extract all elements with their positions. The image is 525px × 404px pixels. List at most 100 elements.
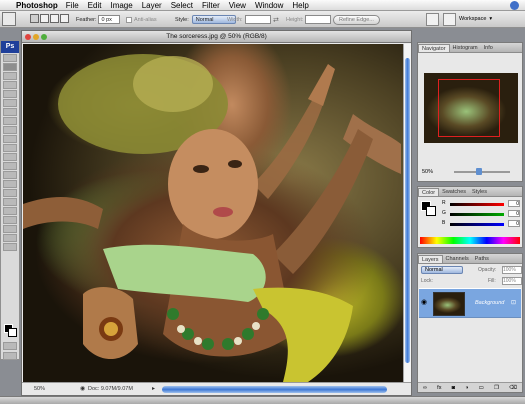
type-tool-icon[interactable] [3, 189, 17, 197]
menu-window[interactable]: Window [255, 1, 283, 10]
history-brush-tool-icon[interactable] [3, 135, 17, 143]
color-b-slider[interactable] [450, 223, 504, 226]
navigator-zoom[interactable]: 50% [422, 169, 433, 175]
color-g-slider[interactable] [450, 213, 504, 216]
workspace-menu[interactable]: Workspace ▾ [459, 13, 519, 25]
color-r-slider[interactable] [450, 203, 504, 206]
tab-swatches[interactable]: Swatches [439, 188, 469, 196]
trash-icon[interactable]: ⌫ [509, 385, 517, 391]
clone-stamp-tool-icon[interactable] [3, 126, 17, 134]
shape-tool-icon[interactable] [3, 207, 17, 215]
eraser-tool-icon[interactable] [3, 144, 17, 152]
minimize-window-icon[interactable] [33, 34, 39, 40]
navigator-thumbnail[interactable] [424, 73, 518, 143]
menu-filter[interactable]: Filter [202, 1, 220, 10]
tab-styles[interactable]: Styles [469, 188, 490, 196]
marquee-tool-icon[interactable] [3, 63, 17, 71]
refine-edge-button[interactable]: Refine Edge... [333, 14, 380, 25]
tab-layers[interactable]: Layers [418, 255, 443, 263]
antialias-checkbox[interactable] [126, 16, 132, 23]
close-window-icon[interactable] [25, 34, 31, 40]
status-arrow-icon[interactable]: ▸ [152, 385, 155, 392]
pen-tool-icon[interactable] [3, 198, 17, 206]
slice-tool-icon[interactable] [3, 99, 17, 107]
image-canvas[interactable] [23, 44, 403, 382]
intersect-selection-icon[interactable] [60, 14, 69, 23]
tab-histogram[interactable]: Histogram [450, 44, 481, 52]
navigator-zoom-slider[interactable] [454, 168, 510, 175]
menu-layer[interactable]: Layer [142, 1, 162, 10]
menu-image[interactable]: Image [110, 1, 132, 10]
color-g-input[interactable]: 0 [508, 210, 520, 217]
brush-tool-icon[interactable] [3, 117, 17, 125]
visibility-eye-icon[interactable]: ◉ [421, 298, 427, 306]
color-r-input[interactable]: 0 [508, 200, 520, 207]
layer-row-background[interactable]: ◉ Background ⊡ [419, 288, 521, 318]
sorceress-photo [23, 54, 401, 382]
eyedropper-tool-icon[interactable] [3, 225, 17, 233]
vertical-scroll-thumb[interactable] [405, 58, 410, 363]
doc-info: Doc: 9.07M/9.07M [88, 386, 133, 392]
layer-style-icon[interactable]: fx [437, 385, 441, 391]
spotlight-icon[interactable] [510, 0, 519, 10]
feather-input[interactable]: 0 px [98, 15, 121, 24]
tab-info[interactable]: Info [481, 44, 496, 52]
layer-mask-icon[interactable]: ◙ [452, 385, 455, 391]
menu-select[interactable]: Select [171, 1, 193, 10]
navigator-view-box[interactable] [438, 79, 500, 137]
color-r-label: R [442, 200, 446, 206]
blend-mode-dropdown[interactable]: Normal [421, 266, 463, 274]
menu-help[interactable]: Help [292, 1, 308, 10]
link-layers-icon[interactable]: ∞ [423, 385, 427, 391]
notes-tool-icon[interactable] [3, 216, 17, 224]
layers-panel: Layers Channels Paths Normal Opacity: 10… [417, 253, 523, 393]
tab-navigator[interactable]: Navigator [418, 44, 450, 52]
zoom-tool-icon[interactable] [3, 243, 17, 251]
height-input[interactable] [305, 15, 332, 24]
menu-view[interactable]: View [229, 1, 246, 10]
fill-input[interactable]: 100% [502, 277, 522, 285]
width-input[interactable] [244, 15, 271, 24]
new-group-icon[interactable]: ▭ [479, 385, 484, 391]
menu-edit[interactable]: Edit [88, 1, 102, 10]
brushes-palette-icon[interactable] [426, 13, 439, 26]
new-layer-icon[interactable]: ❐ [494, 385, 499, 391]
swap-icon[interactable]: ⇄ [273, 16, 279, 24]
color-bg-swatch[interactable] [426, 206, 436, 216]
lasso-tool-icon[interactable] [3, 72, 17, 80]
navigator-zoom-thumb[interactable] [476, 168, 482, 175]
horizontal-scrollbar[interactable] [162, 386, 387, 393]
vertical-scrollbar[interactable] [403, 44, 411, 382]
new-selection-icon[interactable] [30, 14, 39, 23]
color-b-input[interactable]: 0 [508, 220, 520, 227]
background-color-swatch[interactable] [8, 328, 17, 337]
menu-file[interactable]: File [66, 1, 79, 10]
hand-tool-icon[interactable] [3, 234, 17, 242]
path-selection-tool-icon[interactable] [3, 180, 17, 188]
file-browser-icon[interactable] [443, 13, 456, 26]
subtract-selection-icon[interactable] [50, 14, 59, 23]
zoom-level[interactable]: 50% [34, 386, 45, 392]
tab-color[interactable]: Color [418, 188, 440, 196]
document-titlebar[interactable]: The sorceress.jpg @ 50% (RGB/8) [22, 31, 411, 43]
layer-name[interactable]: Background [475, 300, 504, 306]
quick-mask-icon[interactable] [3, 342, 17, 350]
status-menu-icon[interactable]: ◉ [80, 385, 85, 392]
zoom-window-icon[interactable] [41, 34, 47, 40]
add-selection-icon[interactable] [40, 14, 49, 23]
tool-preset-picker[interactable] [2, 12, 16, 26]
blur-tool-icon[interactable] [3, 162, 17, 170]
tab-paths[interactable]: Paths [472, 255, 492, 263]
healing-brush-tool-icon[interactable] [3, 108, 17, 116]
color-spectrum-ramp[interactable] [420, 237, 520, 244]
crop-tool-icon[interactable] [3, 90, 17, 98]
app-menu[interactable]: Photoshop [16, 1, 58, 10]
magic-wand-tool-icon[interactable] [3, 81, 17, 89]
opacity-input[interactable]: 100% [502, 266, 522, 274]
tab-channels[interactable]: Channels [443, 255, 472, 263]
gradient-tool-icon[interactable] [3, 153, 17, 161]
move-tool-icon[interactable] [3, 54, 17, 62]
screen-mode-icon[interactable] [3, 352, 17, 360]
adjustment-layer-icon[interactable]: ◑ [465, 385, 468, 391]
dodge-tool-icon[interactable] [3, 171, 17, 179]
